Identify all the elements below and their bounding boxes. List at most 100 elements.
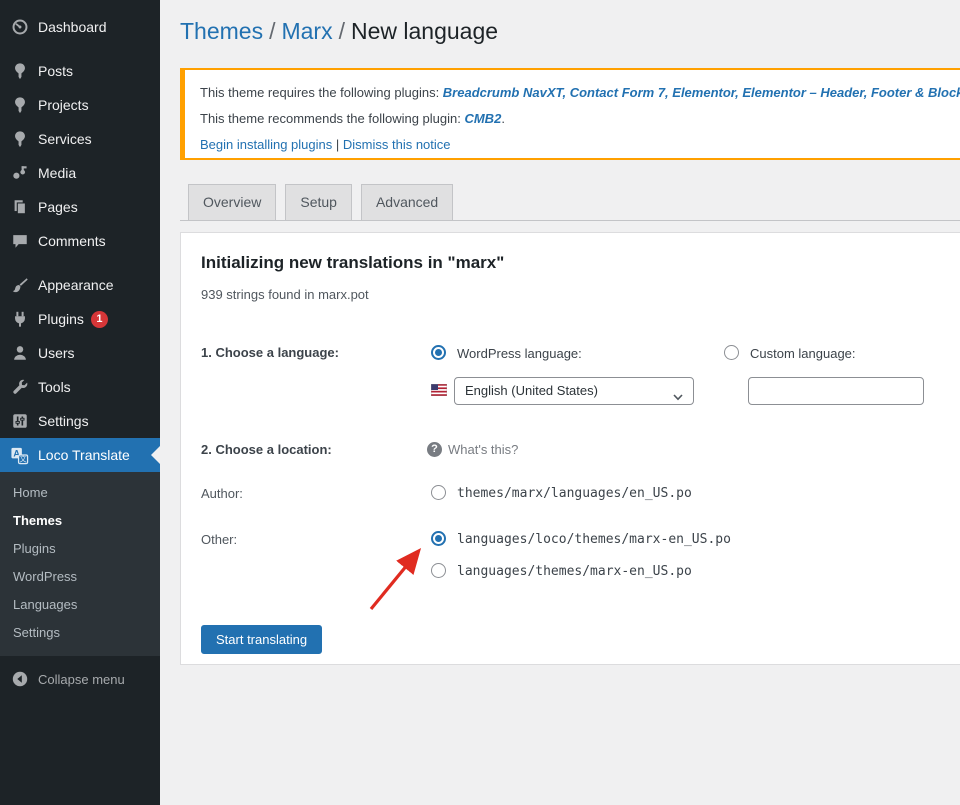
annotation-arrow xyxy=(359,543,434,618)
submenu-item-settings[interactable]: Settings xyxy=(0,619,160,647)
sidebar-item-appearance[interactable]: Appearance xyxy=(0,268,160,302)
us-flag-icon xyxy=(431,383,447,401)
menu-separator xyxy=(0,44,160,54)
sidebar-item-label: Pages xyxy=(38,199,78,215)
pushpin-icon xyxy=(10,62,29,81)
sidebar-item-label: Users xyxy=(38,345,75,361)
sidebar-item-label: Loco Translate xyxy=(38,447,130,463)
sidebar-item-label: Comments xyxy=(38,233,106,249)
sidebar-item-loco-translate[interactable]: A 文 Loco Translate xyxy=(0,438,160,472)
plugins-update-badge: 1 xyxy=(91,311,108,328)
wrench-icon xyxy=(10,378,29,397)
settings-icon xyxy=(10,412,29,431)
sidebar-item-media[interactable]: Media xyxy=(0,156,160,190)
panel-heading: Initializing new translations in "marx" xyxy=(201,253,504,273)
sidebar-item-label: Appearance xyxy=(38,277,114,293)
breadcrumb-link-themes[interactable]: Themes xyxy=(180,18,263,44)
paintbrush-icon xyxy=(10,276,29,295)
languages-path-label: languages/themes/marx-en_US.po xyxy=(457,564,692,579)
wordpress-language-label: WordPress language: xyxy=(457,346,582,361)
pages-icon xyxy=(10,198,29,217)
sidebar-item-services[interactable]: Services xyxy=(0,122,160,156)
choose-language-label: 1. Choose a language: xyxy=(201,345,339,360)
sidebar-item-projects[interactable]: Projects xyxy=(0,88,160,122)
comments-icon xyxy=(10,232,29,251)
sidebar-item-tools[interactable]: Tools xyxy=(0,370,160,404)
whats-this-label: What's this? xyxy=(448,442,518,457)
notice-recommended-line: This theme recommends the following plug… xyxy=(200,106,960,132)
submenu-item-languages[interactable]: Languages xyxy=(0,591,160,619)
author-location-label: Author: xyxy=(201,486,243,501)
notice-required-line: This theme requires the following plugin… xyxy=(200,80,960,106)
tab-bar: Overview Setup Advanced xyxy=(180,185,960,221)
chevron-down-icon xyxy=(672,386,684,412)
tab-overview[interactable]: Overview xyxy=(188,184,276,220)
sidebar-item-label: Posts xyxy=(38,63,73,79)
pushpin-icon xyxy=(10,130,29,149)
current-menu-arrow xyxy=(151,446,160,464)
help-icon: ? xyxy=(427,442,442,457)
sidebar-item-label: Plugins xyxy=(38,311,84,327)
collapse-menu-label: Collapse menu xyxy=(38,672,125,687)
author-path-label: themes/marx/languages/en_US.po xyxy=(457,486,692,501)
dismiss-notice-link[interactable]: Dismiss this notice xyxy=(343,137,451,152)
notice-recommended-prefix: This theme recommends the following plug… xyxy=(200,111,464,126)
sidebar-item-comments[interactable]: Comments xyxy=(0,224,160,258)
notice-actions-line: Begin installing plugins | Dismiss this … xyxy=(200,132,960,158)
new-language-panel: Initializing new translations in "marx" … xyxy=(180,232,960,665)
begin-installing-plugins-link[interactable]: Begin installing plugins xyxy=(200,137,332,152)
sidebar-item-posts[interactable]: Posts xyxy=(0,54,160,88)
tab-setup[interactable]: Setup xyxy=(285,184,352,220)
sidebar-item-dashboard[interactable]: Dashboard xyxy=(0,10,160,44)
notice-action-divider: | xyxy=(332,137,343,152)
submenu-item-wordpress[interactable]: WordPress xyxy=(0,563,160,591)
plugin-required-notice: This theme requires the following plugin… xyxy=(180,68,960,160)
custom-language-input[interactable] xyxy=(748,377,924,405)
collapse-arrow-icon xyxy=(10,670,29,689)
sidebar-item-label: Services xyxy=(38,131,92,147)
custom-language-label: Custom language: xyxy=(750,346,856,361)
dashboard-icon xyxy=(10,18,29,37)
notice-required-prefix: This theme requires the following plugin… xyxy=(200,85,443,100)
strings-found-text: 939 strings found in marx.pot xyxy=(201,287,369,302)
language-select[interactable]: English (United States) xyxy=(454,377,694,405)
start-translating-button[interactable]: Start translating xyxy=(201,625,322,654)
tab-advanced[interactable]: Advanced xyxy=(361,184,453,220)
pushpin-icon xyxy=(10,96,29,115)
breadcrumb-current: New language xyxy=(351,18,498,44)
notice-required-plugin-links[interactable]: Breadcrumb NavXT, Contact Form 7, Elemen… xyxy=(443,85,960,100)
user-icon xyxy=(10,344,29,363)
notice-recommended-plugin-link[interactable]: CMB2 xyxy=(464,111,501,126)
author-path-radio[interactable] xyxy=(431,485,446,500)
custom-language-radio[interactable] xyxy=(724,345,739,360)
svg-text:文: 文 xyxy=(20,454,27,463)
submenu-item-themes[interactable]: Themes xyxy=(0,507,160,535)
admin-sidebar: Dashboard Posts Projects Services Media xyxy=(0,0,160,805)
submenu-item-plugins[interactable]: Plugins xyxy=(0,535,160,563)
loco-path-label: languages/loco/themes/marx-en_US.po xyxy=(457,532,731,547)
breadcrumb-link-marx[interactable]: Marx xyxy=(281,18,332,44)
notice-recommended-suffix: . xyxy=(501,111,505,126)
breadcrumb-separator: / xyxy=(333,18,351,44)
sidebar-item-label: Dashboard xyxy=(38,19,107,35)
sidebar-item-users[interactable]: Users xyxy=(0,336,160,370)
media-icon xyxy=(10,164,29,183)
sidebar-item-label: Settings xyxy=(38,413,89,429)
admin-content: Themes/Marx/New language This theme requ… xyxy=(160,0,960,805)
whats-this[interactable]: ? What's this? xyxy=(427,441,518,459)
plugin-icon xyxy=(10,310,29,329)
sidebar-item-settings[interactable]: Settings xyxy=(0,404,160,438)
loco-translate-submenu: Home Themes Plugins WordPress Languages … xyxy=(0,472,160,656)
choose-location-label: 2. Choose a location: xyxy=(201,442,332,457)
breadcrumb-separator: / xyxy=(263,18,281,44)
sidebar-item-plugins[interactable]: Plugins 1 xyxy=(0,302,160,336)
other-location-label: Other: xyxy=(201,532,237,547)
collapse-menu-button[interactable]: Collapse menu xyxy=(0,664,160,694)
language-select-value: English (United States) xyxy=(465,383,598,398)
sidebar-item-label: Media xyxy=(38,165,76,181)
breadcrumb: Themes/Marx/New language xyxy=(180,18,498,45)
sidebar-item-pages[interactable]: Pages xyxy=(0,190,160,224)
sidebar-item-label: Tools xyxy=(38,379,71,395)
wordpress-language-radio[interactable] xyxy=(431,345,446,360)
submenu-item-home[interactable]: Home xyxy=(0,479,160,507)
